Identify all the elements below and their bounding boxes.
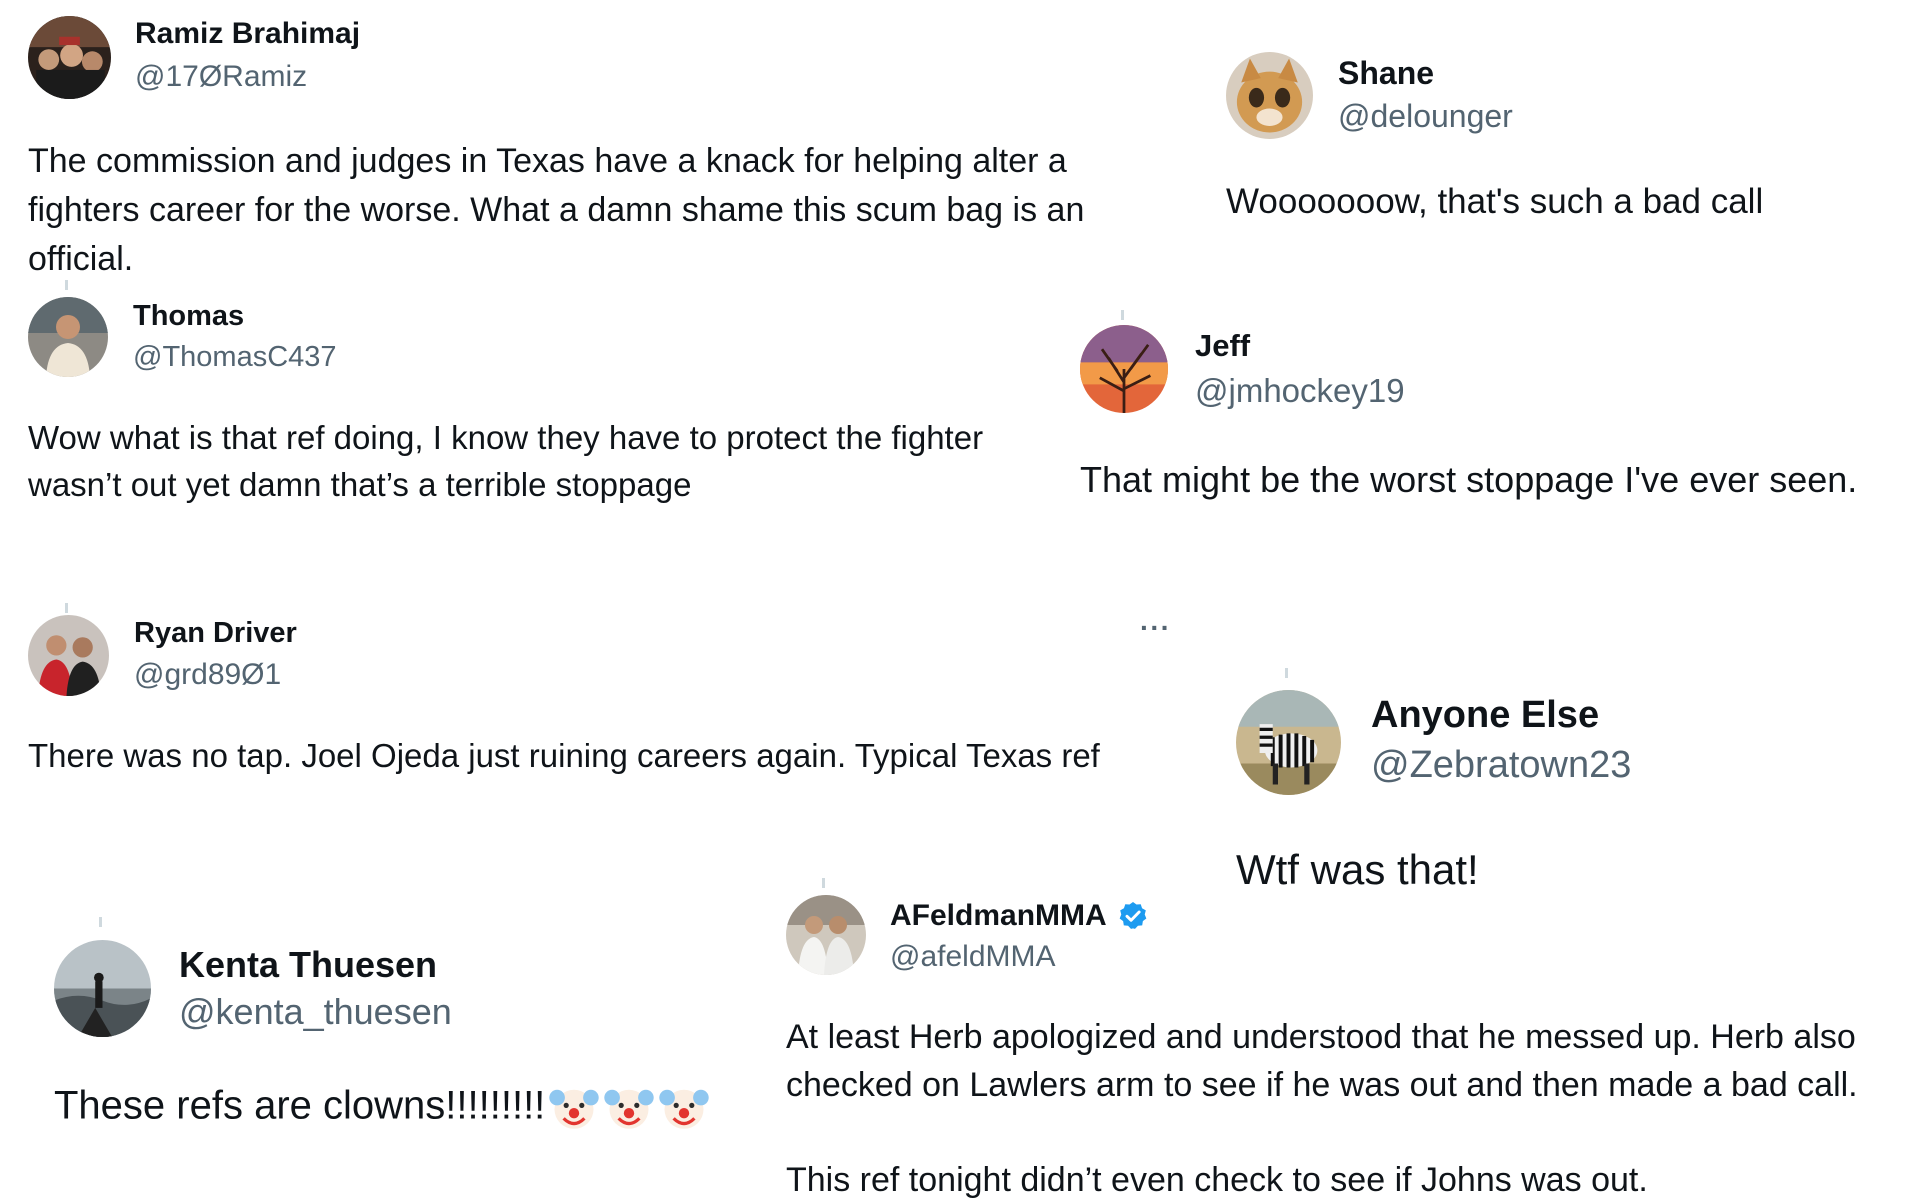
thread-connector (99, 917, 102, 927)
display-name[interactable]: Shane (1338, 55, 1434, 92)
display-name[interactable]: AFeldmanMMA (890, 899, 1107, 933)
tweet-text-line: fighters career for the worse. What a da… (28, 191, 1085, 229)
clown-face-icon (604, 1089, 654, 1129)
tweet-text-line: At least Herb apologized and understood … (786, 1018, 1856, 1056)
tweet-text-line: These refs are clowns!!!!!!!!! (54, 1083, 546, 1128)
avatar[interactable] (28, 16, 111, 99)
thread-connector (65, 603, 68, 613)
display-name[interactable]: Ramiz Brahimaj (135, 17, 360, 51)
tweet-text-line: Wow what is that ref doing, I know they … (28, 419, 984, 456)
display-name[interactable]: Ryan Driver (134, 617, 297, 650)
display-name[interactable]: Thomas (133, 300, 244, 333)
avatar-image (28, 615, 109, 696)
clown-face-icon (549, 1089, 599, 1129)
tweet-text-line: official. (28, 240, 134, 278)
thread-connector (1285, 668, 1288, 678)
handle[interactable]: @afeldMMA (890, 940, 1056, 974)
tweet-text-line: The commission and judges in Texas have … (28, 142, 1067, 180)
handle[interactable]: @ThomasC437 (133, 341, 337, 374)
thread-connector (65, 280, 68, 290)
tweet-text-line: Wtf was that! (1236, 846, 1479, 893)
avatar-image (1236, 690, 1341, 795)
avatar[interactable] (28, 297, 108, 377)
tweet-text-line: Wooooooow, that's such a bad call (1226, 182, 1764, 221)
avatar[interactable] (786, 895, 866, 975)
avatar[interactable] (28, 615, 109, 696)
avatar-image (28, 16, 111, 99)
avatar[interactable] (1236, 690, 1341, 795)
avatar[interactable] (54, 940, 151, 1037)
clown-face-icon (659, 1089, 709, 1129)
avatar[interactable] (1226, 52, 1313, 139)
more-options-icon[interactable]: ··· (1140, 612, 1171, 644)
avatar-image (54, 940, 151, 1037)
avatar-image (1080, 325, 1168, 413)
handle[interactable]: @Zebratown23 (1371, 744, 1631, 787)
tweet-text-line: There was no tap. Joel Ojeda just ruinin… (28, 737, 1100, 774)
handle[interactable]: @grd89Ø1 (134, 658, 281, 692)
tweet-text-line: This ref tonight didn’t even check to se… (786, 1161, 1648, 1199)
avatar-image (28, 297, 108, 377)
verified-badge-icon (1119, 902, 1147, 929)
avatar-image (786, 895, 866, 975)
display-name[interactable]: Kenta Thuesen (179, 944, 437, 986)
handle[interactable]: @delounger (1338, 98, 1513, 135)
thread-connector (1121, 310, 1124, 320)
handle[interactable]: @17ØRamiz (135, 60, 307, 94)
thread-connector (822, 878, 825, 888)
display-name[interactable]: Anyone Else (1371, 694, 1599, 737)
tweet-text-line: That might be the worst stoppage I've ev… (1080, 459, 1858, 500)
display-name[interactable]: Jeff (1195, 328, 1250, 364)
avatar-image (1226, 52, 1313, 139)
handle[interactable]: @jmhockey19 (1195, 372, 1405, 410)
tweet-text: These refs are clowns!!!!!!!!! (54, 1082, 710, 1134)
avatar[interactable] (1080, 325, 1168, 413)
handle[interactable]: @kenta_thuesen (179, 991, 452, 1033)
tweet-text-line: wasn’t out yet damn that’s a terrible st… (28, 466, 692, 503)
tweet-text-line: checked on Lawlers arm to see if he was … (786, 1066, 1858, 1104)
